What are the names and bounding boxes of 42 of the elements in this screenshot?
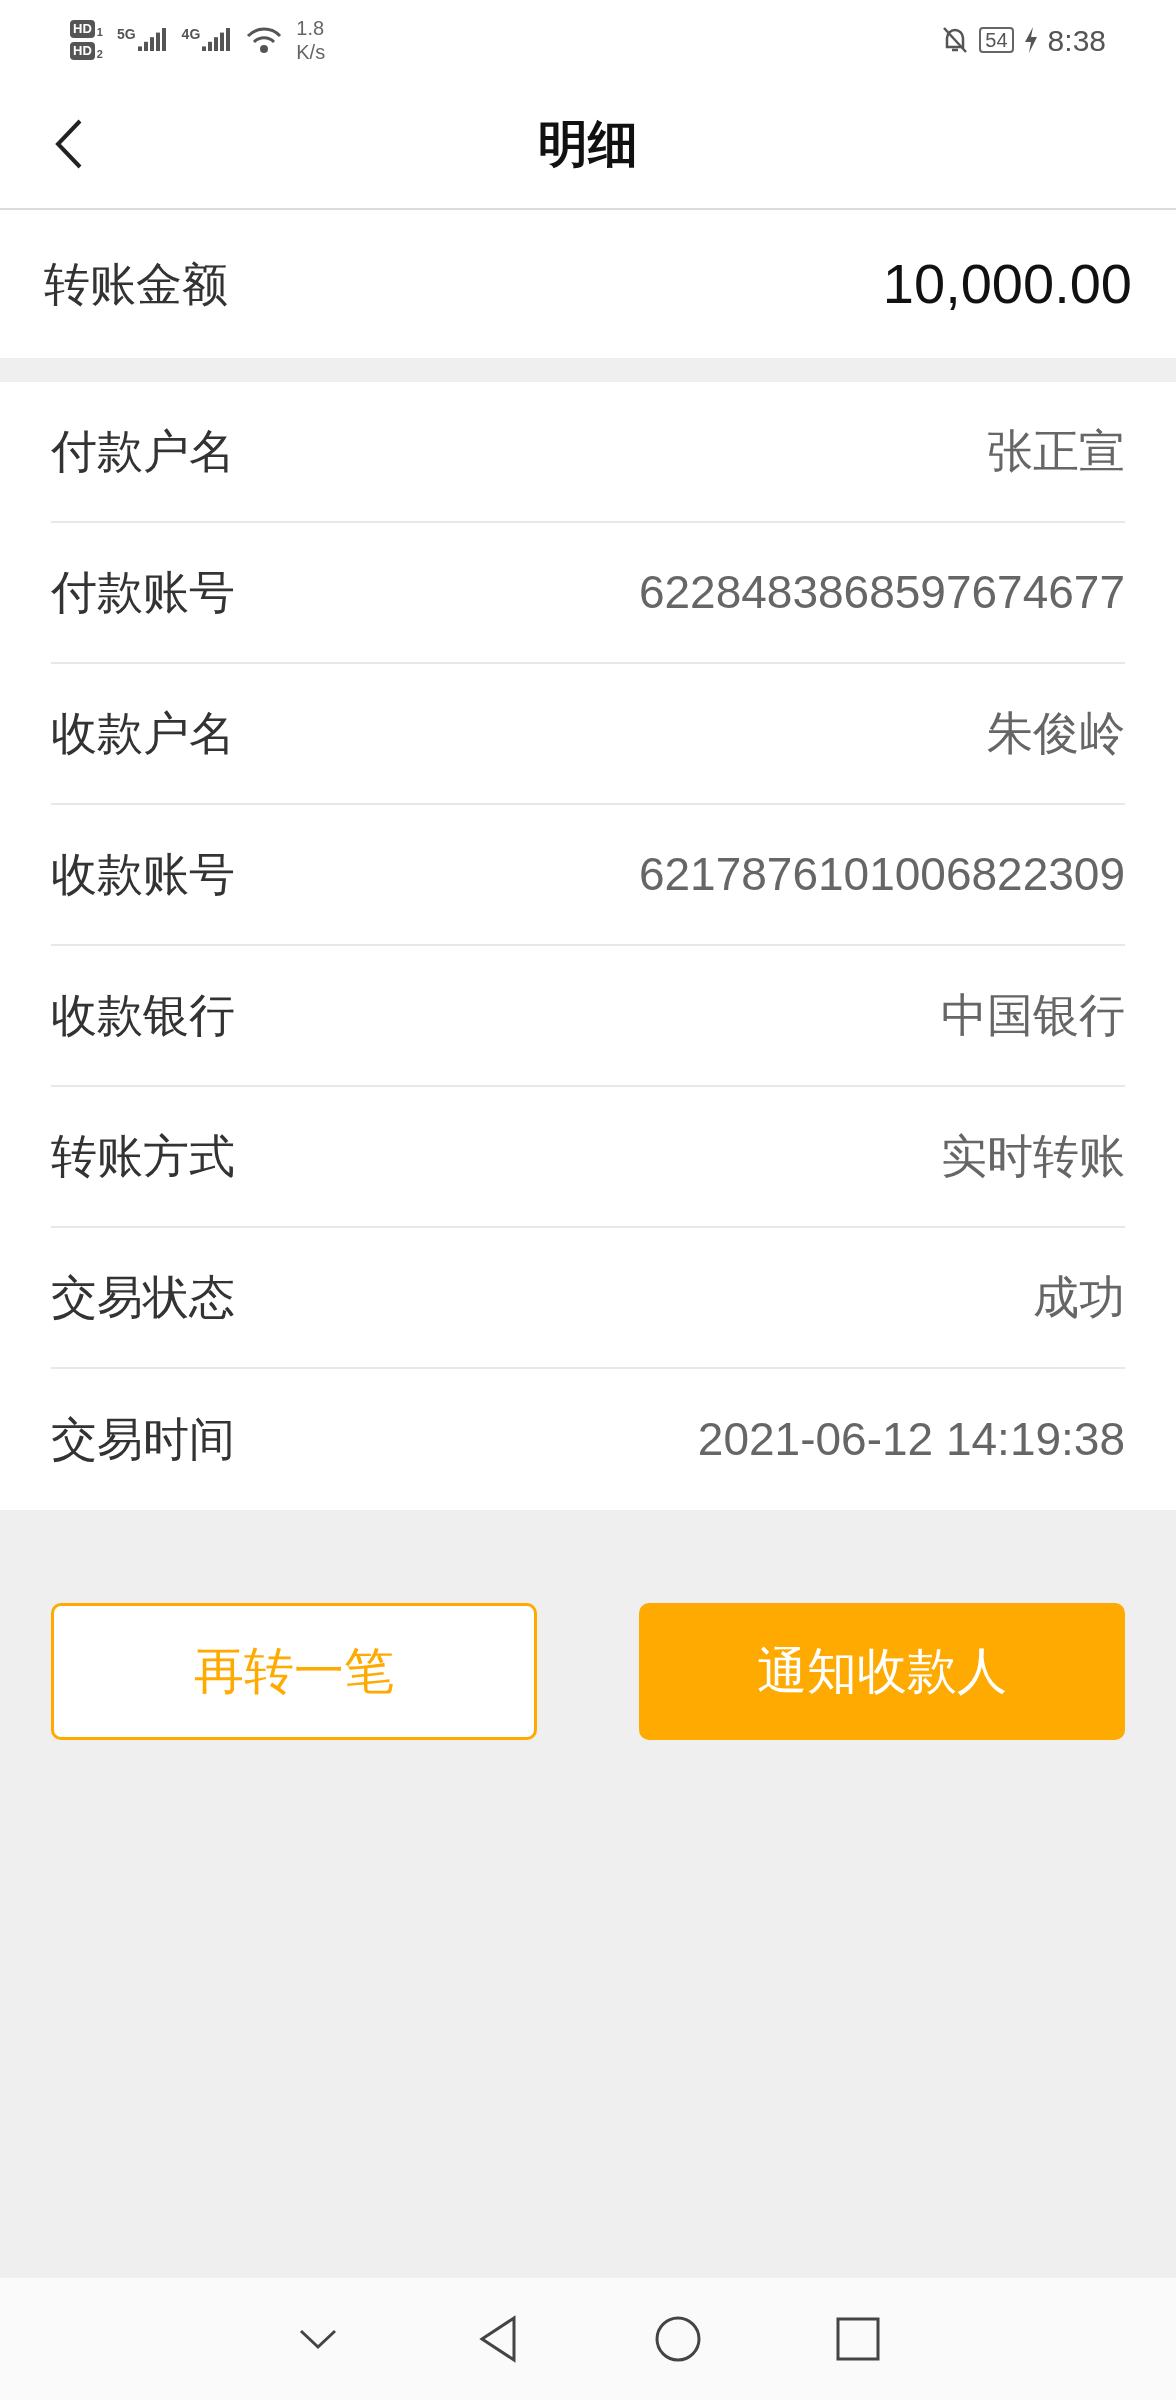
network-type: 5G: [116, 27, 136, 41]
network-speed: 1.8: [296, 16, 326, 40]
signal-icon: [202, 27, 233, 53]
amount-value: 10,000.00: [882, 251, 1132, 317]
network-type: 4G: [181, 27, 201, 41]
amount-label: 转账金额: [44, 256, 228, 312]
detail-value: 张正宣: [987, 424, 1125, 479]
detail-label: 转账方式: [51, 1129, 235, 1184]
sim-badge: HD: [70, 20, 95, 38]
speed-unit: K/s: [296, 40, 326, 64]
wifi-icon: [246, 26, 283, 54]
sim-slot: 1: [96, 27, 103, 38]
detail-value: 2021-06-12 14:19:38: [697, 1412, 1125, 1467]
detail-value: 6217876101006822309: [638, 847, 1125, 902]
detail-label: 交易状态: [51, 1270, 235, 1325]
detail-value: 成功: [1033, 1270, 1125, 1325]
detail-label: 收款账号: [51, 847, 235, 902]
detail-label: 收款户名: [51, 706, 235, 761]
charging-icon: [1023, 27, 1038, 53]
battery-indicator: 54: [979, 27, 1014, 53]
page-title: 明细: [538, 114, 638, 174]
detail-value: 朱俊岭: [987, 706, 1125, 761]
detail-label: 收款银行: [51, 988, 235, 1043]
signal-icon: [137, 27, 168, 53]
detail-label: 付款账号: [51, 565, 235, 620]
detail-label: 付款户名: [51, 424, 235, 479]
transfer-again-button[interactable]: 再转一笔: [51, 1603, 537, 1740]
bell-off-icon: [941, 25, 970, 55]
detail-value: 6228483868597674677: [638, 565, 1125, 620]
circle-icon: [654, 2315, 702, 2363]
square-icon: [836, 2317, 880, 2361]
sim-slot: 2: [96, 49, 103, 60]
clock-time: 8:38: [1047, 22, 1106, 59]
sim-badge: HD: [70, 42, 95, 60]
triangle-icon: [478, 2315, 518, 2363]
chevron-down-icon: [298, 2327, 338, 2351]
back-icon: [54, 118, 84, 170]
detail-value: 中国银行: [941, 988, 1125, 1043]
detail-label: 交易时间: [51, 1412, 235, 1467]
notify-button[interactable]: 通知收款人: [639, 1603, 1125, 1740]
home-button[interactable]: [653, 2314, 703, 2364]
detail-value: 实时转账: [941, 1129, 1125, 1184]
